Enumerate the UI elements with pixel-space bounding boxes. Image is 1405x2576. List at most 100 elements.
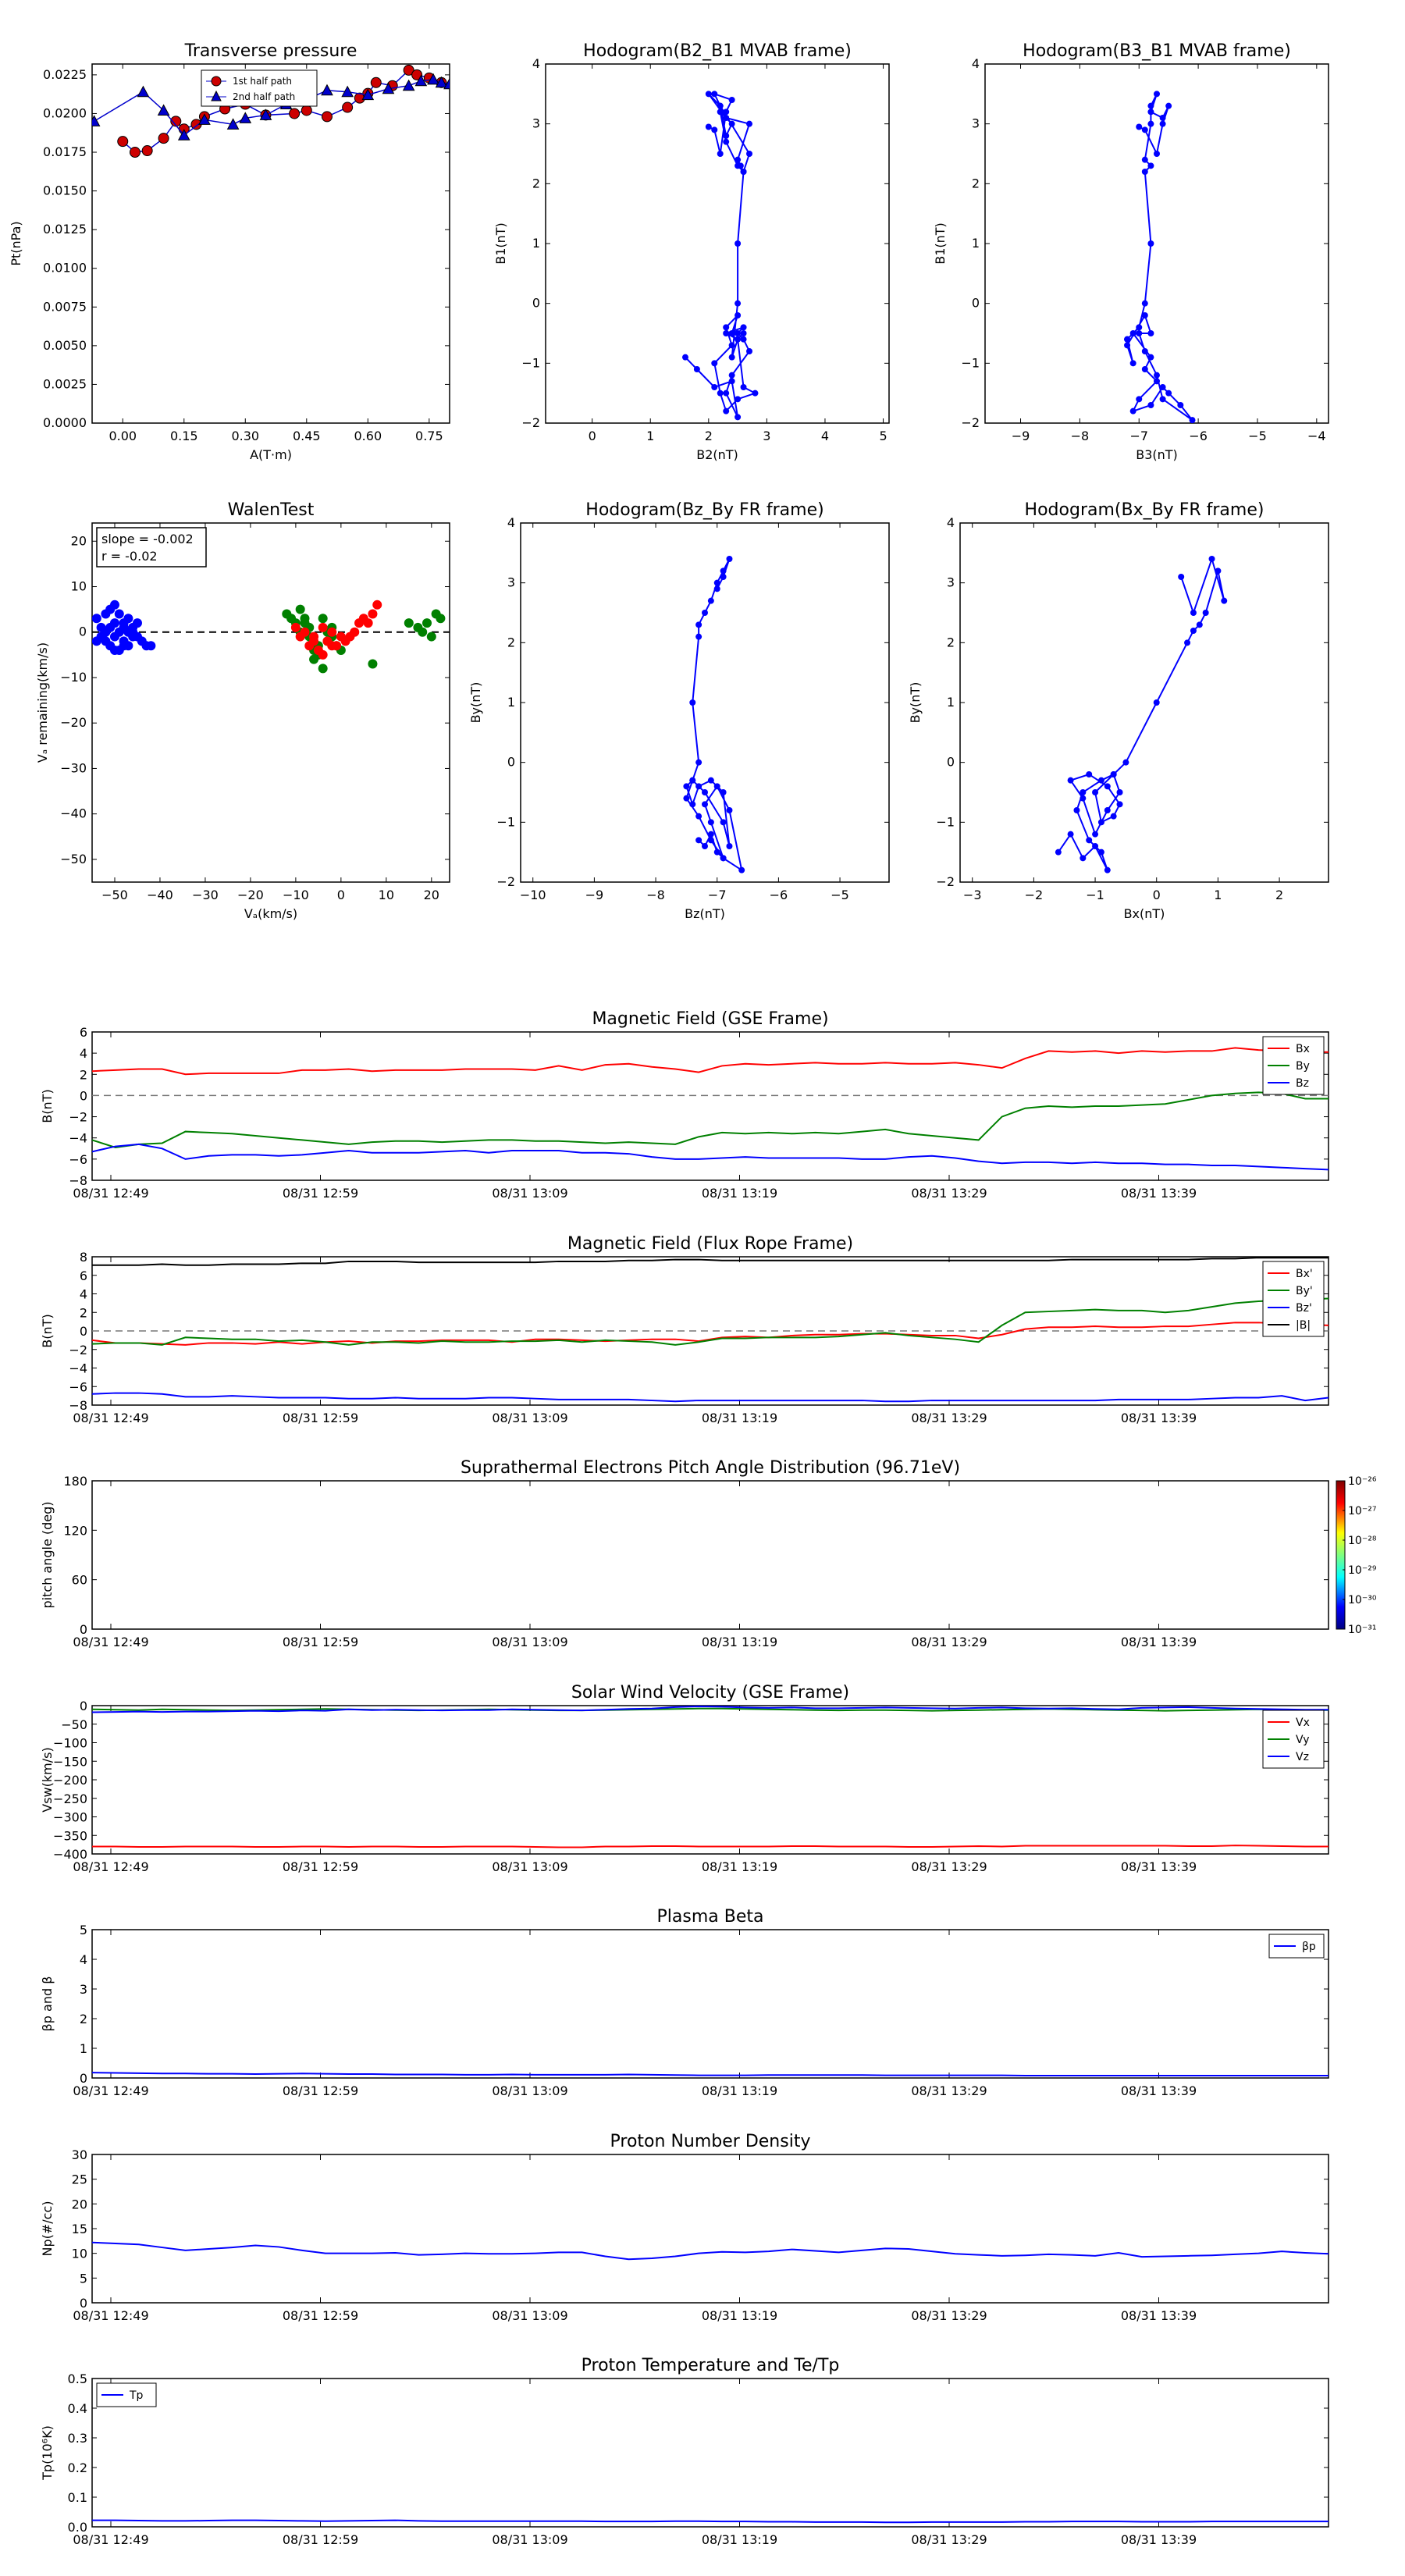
y-tick-label: 20: [72, 2197, 87, 2211]
y-tick-label: 0: [80, 1088, 87, 1103]
x-tick-label: 08/31 12:49: [73, 2083, 148, 2098]
data-point: [1147, 402, 1154, 408]
x-tick-label: 08/31 13:09: [492, 2532, 567, 2547]
y-axis-label: By(nT): [468, 682, 483, 724]
data-point: [1154, 91, 1160, 98]
data-point: [327, 641, 337, 651]
y-tick-label: 2: [80, 1067, 87, 1082]
data-point: [723, 330, 730, 336]
data-point: [707, 597, 714, 604]
chart-title: Suprathermal Electrons Pitch Angle Distr…: [461, 1458, 960, 1478]
x-tick-label: 08/31 12:59: [283, 1411, 358, 1425]
data-point: [1190, 610, 1197, 616]
hodo_b3b1-frame: [984, 63, 1329, 424]
data-point: [702, 801, 708, 808]
x-tick-label: 08/31 13:39: [1121, 2083, 1197, 2098]
data-point: [728, 97, 735, 103]
chart-title: Solar Wind Velocity (GSE Frame): [571, 1683, 849, 1703]
series-line: [92, 1143, 1329, 1171]
y-tick-label: 4: [947, 515, 955, 530]
data-point: [707, 819, 714, 826]
x-axis-label: B2(nT): [696, 447, 738, 462]
data-point: [723, 109, 730, 116]
y-tick-label: 0.2: [68, 2460, 87, 2475]
y-tick-label: −2: [69, 1343, 87, 1357]
data-point: [713, 579, 720, 586]
data-point: [728, 378, 735, 385]
y-axis-label: B(nT): [40, 1314, 55, 1347]
y-tick-label: 0.0075: [43, 299, 87, 314]
x-tick-label: 08/31 13:19: [702, 2532, 777, 2547]
data-point: [1116, 801, 1123, 808]
data-point: [92, 636, 101, 646]
pad-chart: Suprathermal Electrons Pitch Angle Distr…: [40, 1458, 1377, 1649]
y-tick-label: 2: [80, 1305, 87, 1320]
y-tick-label: 3: [947, 575, 955, 590]
x-tick-label: 08/31 13:09: [492, 1859, 567, 1874]
vsw-plot-area: [92, 1706, 1329, 1848]
data-point: [1159, 396, 1166, 403]
data-point: [289, 108, 301, 119]
y-tick-label: 180: [63, 1474, 87, 1489]
walen-frame: [91, 522, 450, 883]
x-tick-label: 0.75: [415, 429, 443, 443]
data-point: [1154, 378, 1160, 385]
data-point: [137, 85, 150, 98]
x-axis-label: Vₐ(km/s): [244, 906, 297, 921]
chart-title: Hodogram(B3_B1 MVAB frame): [1023, 41, 1291, 61]
data-point: [723, 133, 730, 139]
data-point: [1178, 574, 1185, 580]
data-point: [717, 390, 724, 397]
data-point: [1080, 795, 1087, 802]
data-point: [368, 659, 378, 669]
data-point: [318, 649, 328, 660]
legend-label: By': [1296, 1285, 1313, 1297]
data-point: [1104, 783, 1111, 790]
data-point: [683, 795, 690, 802]
x-tick-label: 2: [1275, 888, 1283, 902]
data-point: [728, 330, 735, 336]
data-point: [1141, 300, 1148, 307]
y-tick-label: −1: [521, 355, 540, 370]
y-axis-label: B1(nT): [933, 222, 948, 265]
y-tick-label: 4: [80, 1952, 87, 1967]
y-tick-label: 0.5: [68, 2371, 87, 2386]
hodo_bzby-plot-area: [683, 556, 745, 873]
y-tick-label: 4: [80, 1287, 87, 1302]
data-point: [109, 646, 119, 656]
y-tick-label: −1: [936, 814, 955, 829]
x-tick-label: −40: [147, 888, 173, 902]
y-tick-label: −100: [53, 1736, 87, 1751]
y-tick-label: −40: [60, 806, 87, 821]
series-line: [92, 1047, 1329, 1076]
data-point: [1202, 610, 1209, 616]
data-point: [723, 138, 730, 145]
mag_fr-chart: Magnetic Field (Flux Rope Frame)B(nT)−8−…: [40, 1234, 1329, 1425]
data-point: [1097, 849, 1104, 856]
x-tick-label: 08/31 13:29: [911, 1411, 987, 1425]
y-tick-label: −30: [60, 760, 87, 775]
data-point: [689, 699, 696, 706]
y-tick-label: 15: [72, 2222, 87, 2236]
x-tick-label: 08/31 13:39: [1121, 1859, 1197, 1874]
y-tick-label: 0.0125: [43, 222, 87, 237]
data-point: [1110, 813, 1117, 820]
data-point: [1190, 628, 1197, 634]
y-tick-label: 6: [80, 1025, 87, 1040]
x-tick-label: 08/31 12:49: [73, 1859, 148, 1874]
data-point: [1092, 789, 1099, 795]
data-point: [752, 390, 759, 397]
y-tick-label: −250: [53, 1791, 87, 1806]
data-point: [372, 600, 382, 610]
data-point: [368, 609, 378, 619]
y-tick-label: 3: [532, 116, 540, 131]
data-point: [1124, 336, 1131, 343]
y-tick-label: −6: [69, 1152, 87, 1167]
x-tick-label: 08/31 13:39: [1121, 1411, 1197, 1425]
data-point: [418, 627, 428, 637]
y-tick-label: −2: [936, 874, 955, 889]
x-tick-label: 08/31 12:49: [73, 2308, 148, 2323]
data-point: [1141, 348, 1148, 354]
data-point: [1092, 831, 1099, 838]
hodo_b2b1-plot-area: [681, 91, 759, 421]
